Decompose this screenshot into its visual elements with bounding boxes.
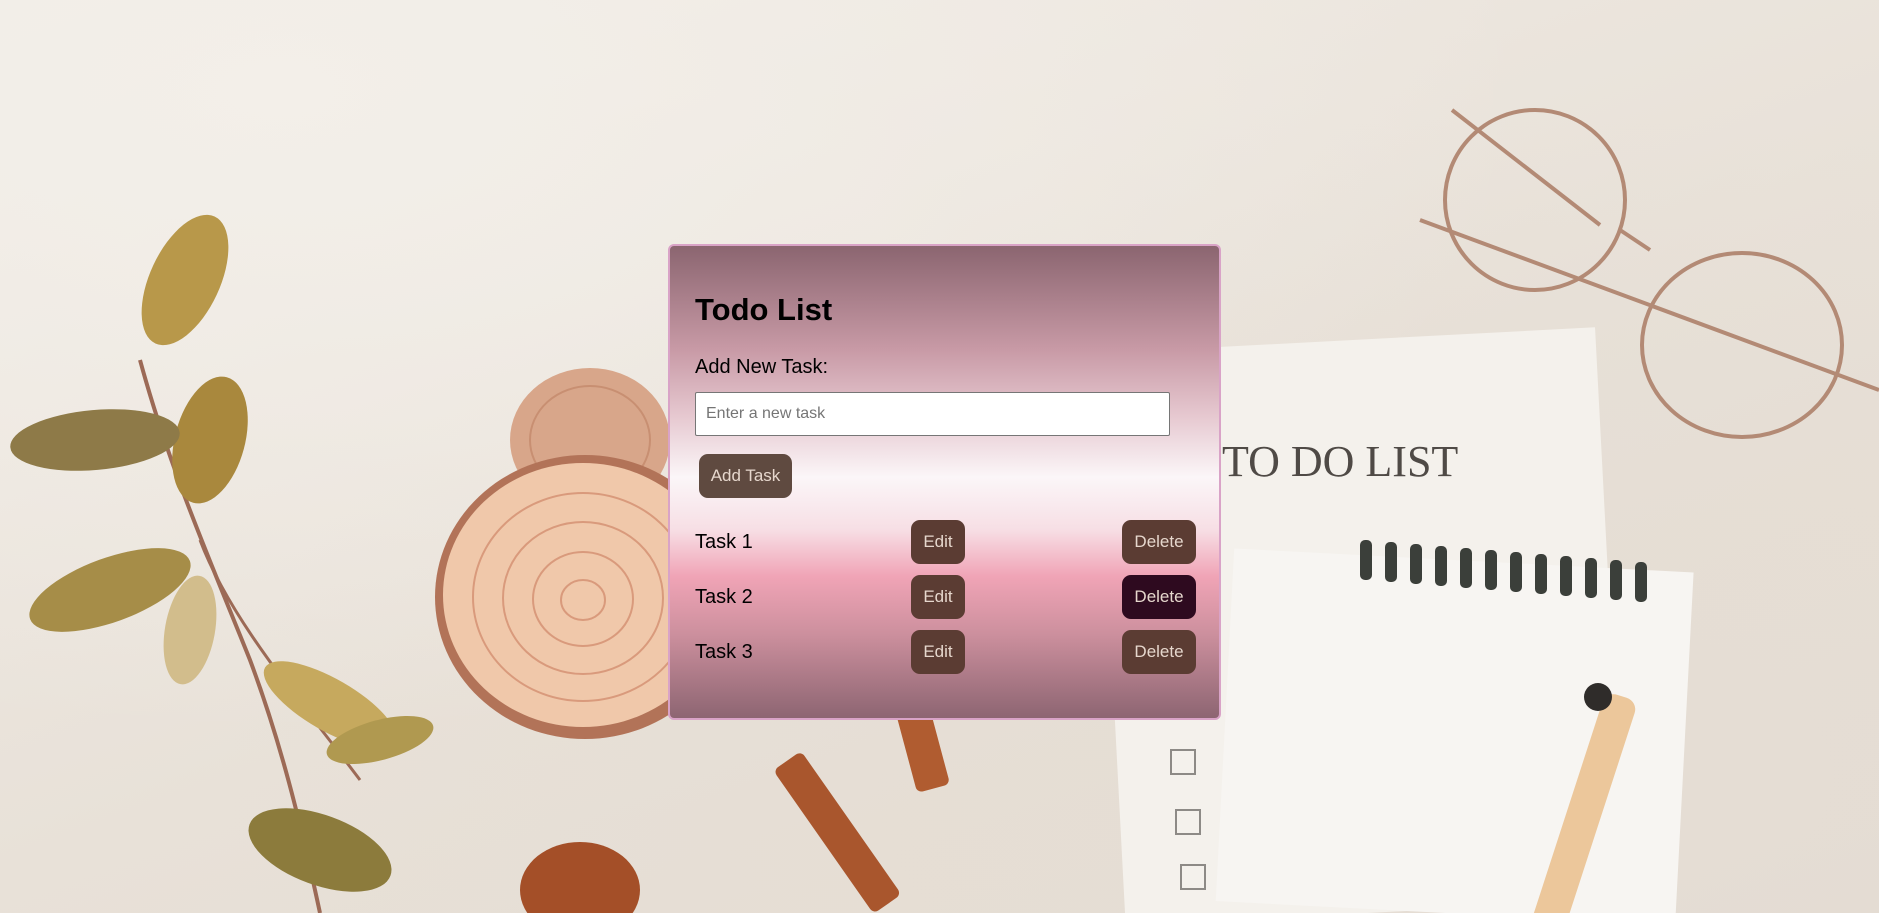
task-label: Task 2 (695, 586, 753, 608)
new-task-input[interactable] (695, 392, 1170, 436)
task-row: Task 2 Edit Delete (670, 575, 1219, 619)
delete-task-button[interactable]: Delete (1122, 575, 1196, 619)
add-task-button[interactable]: Add Task (699, 454, 792, 498)
task-label: Task 1 (695, 531, 753, 553)
page-title: Todo List (695, 292, 833, 327)
task-row: Task 3 Edit Delete (670, 630, 1219, 674)
notebook-heading: TO DO LIST (1222, 437, 1458, 486)
leaf-branch (10, 214, 434, 913)
edit-task-button[interactable]: Edit (911, 520, 965, 564)
edit-task-button[interactable]: Edit (911, 575, 965, 619)
delete-task-button[interactable]: Delete (1122, 520, 1196, 564)
delete-task-button[interactable]: Delete (1122, 630, 1196, 674)
edit-task-button[interactable]: Edit (911, 630, 965, 674)
task-label: Task 3 (695, 641, 753, 663)
task-row: Task 1 Edit Delete (670, 520, 1219, 564)
add-task-label: Add New Task: (695, 356, 829, 378)
todo-card: Todo List Add New Task: Add Task Task 1 … (668, 244, 1221, 720)
